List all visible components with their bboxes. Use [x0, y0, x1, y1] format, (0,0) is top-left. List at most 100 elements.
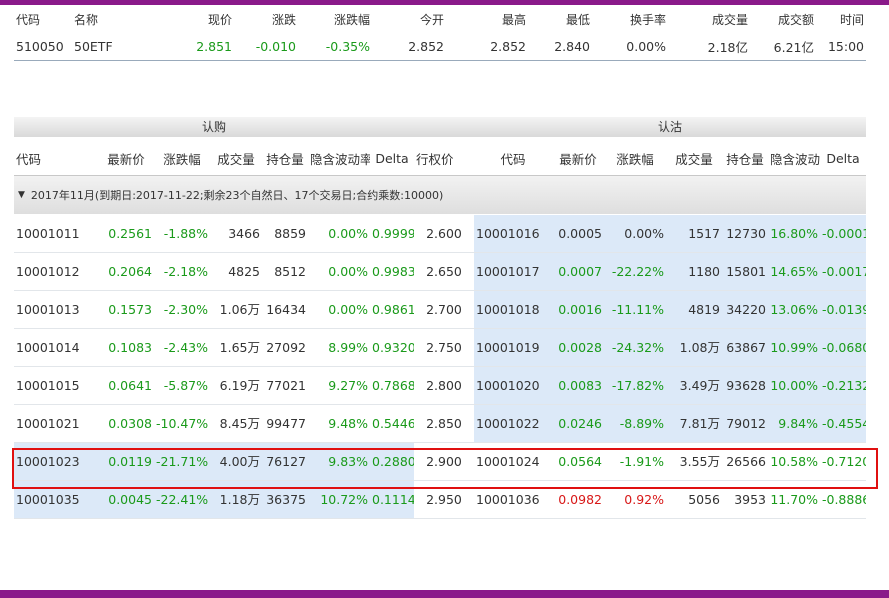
- call-cell[interactable]: 8.99%: [308, 329, 370, 367]
- call-cell[interactable]: 10001013: [14, 291, 98, 329]
- put-column-header[interactable]: 隐含波动率: [768, 149, 820, 168]
- put-cell[interactable]: 34220: [722, 291, 768, 329]
- put-cell[interactable]: 0.0028: [552, 329, 604, 367]
- call-column-header[interactable]: 持仓量: [262, 149, 308, 168]
- put-cell[interactable]: 14.65%: [768, 253, 820, 291]
- call-cell[interactable]: 10001012: [14, 253, 98, 291]
- call-cell[interactable]: -2.43%: [154, 329, 210, 367]
- call-cell[interactable]: 8.45万: [210, 405, 262, 443]
- put-cell[interactable]: -8.89%: [604, 405, 666, 443]
- put-cell[interactable]: -11.11%: [604, 291, 666, 329]
- put-cell[interactable]: 79012: [722, 405, 768, 443]
- put-cell[interactable]: -0.0139: [820, 291, 866, 329]
- call-cell[interactable]: 9.48%: [308, 405, 370, 443]
- call-cell[interactable]: 10001021: [14, 405, 98, 443]
- put-column-header[interactable]: 涨跌幅: [604, 149, 666, 168]
- strike-cell[interactable]: 2.600: [414, 215, 474, 253]
- call-column-header[interactable]: 成交量: [210, 149, 262, 168]
- call-cell[interactable]: 0.00%: [308, 253, 370, 291]
- call-cell[interactable]: 27092: [262, 329, 308, 367]
- call-cell[interactable]: 0.9983: [370, 253, 414, 291]
- put-cell[interactable]: 10.99%: [768, 329, 820, 367]
- put-cell[interactable]: 0.0016: [552, 291, 604, 329]
- put-cell[interactable]: 10001018: [474, 291, 552, 329]
- call-cell[interactable]: 8859: [262, 215, 308, 253]
- strike-column-header[interactable]: 行权价: [414, 149, 474, 168]
- put-column-header[interactable]: 最新价: [552, 149, 604, 168]
- strike-cell[interactable]: 2.650: [414, 253, 474, 291]
- call-cell[interactable]: 1.06万: [210, 291, 262, 329]
- option-row[interactable]: 10001011 0.2561 -1.88% 3466 8859 0.00% 0.9999 2…: [14, 215, 866, 253]
- call-cell[interactable]: 0.00%: [308, 215, 370, 253]
- call-cell[interactable]: 16434: [262, 291, 308, 329]
- call-cell[interactable]: 0.9320: [370, 329, 414, 367]
- call-cell[interactable]: 99477: [262, 405, 308, 443]
- put-cell[interactable]: 4819: [666, 291, 722, 329]
- put-cell[interactable]: -22.22%: [604, 253, 666, 291]
- call-cell[interactable]: 0.00%: [308, 291, 370, 329]
- strike-cell[interactable]: 2.800: [414, 367, 474, 405]
- put-cell[interactable]: 15801: [722, 253, 768, 291]
- call-cell[interactable]: 0.5446: [370, 405, 414, 443]
- option-row[interactable]: 10001013 0.1573 -2.30% 1.06万 16434 0.00% 0.986…: [14, 291, 866, 329]
- put-cell[interactable]: -17.82%: [604, 367, 666, 405]
- call-cell[interactable]: 0.2561: [98, 215, 154, 253]
- option-row[interactable]: 10001021 0.0308 -10.47% 8.45万 99477 9.48% 0.54…: [14, 405, 866, 443]
- put-cell[interactable]: 13.06%: [768, 291, 820, 329]
- call-cell[interactable]: 3466: [210, 215, 262, 253]
- put-cell[interactable]: 10001019: [474, 329, 552, 367]
- call-column-header[interactable]: 最新价: [98, 149, 154, 168]
- option-row[interactable]: 10001014 0.1083 -2.43% 1.65万 27092 8.99% 0.932…: [14, 329, 866, 367]
- put-cell[interactable]: -0.0680: [820, 329, 866, 367]
- call-cell[interactable]: 0.0641: [98, 367, 154, 405]
- put-cell[interactable]: 1180: [666, 253, 722, 291]
- put-cell[interactable]: 63867: [722, 329, 768, 367]
- call-cell[interactable]: 8512: [262, 253, 308, 291]
- put-cell[interactable]: 10001020: [474, 367, 552, 405]
- put-cell[interactable]: 10.00%: [768, 367, 820, 405]
- call-cell[interactable]: 10001011: [14, 215, 98, 253]
- strike-cell[interactable]: 2.850: [414, 405, 474, 443]
- call-cell[interactable]: 0.2064: [98, 253, 154, 291]
- call-cell[interactable]: 0.1573: [98, 291, 154, 329]
- put-column-header[interactable]: 代码: [474, 149, 552, 168]
- put-cell[interactable]: 10001016: [474, 215, 552, 253]
- call-cell[interactable]: 9.27%: [308, 367, 370, 405]
- option-row[interactable]: 10001012 0.2064 -2.18% 4825 8512 0.00% 0.9983 2…: [14, 253, 866, 291]
- call-cell[interactable]: 0.0308: [98, 405, 154, 443]
- put-column-header[interactable]: 成交量: [666, 149, 722, 168]
- put-cell[interactable]: 3.49万: [666, 367, 722, 405]
- call-cell[interactable]: 0.7868: [370, 367, 414, 405]
- call-cell[interactable]: 1.65万: [210, 329, 262, 367]
- call-cell[interactable]: -5.87%: [154, 367, 210, 405]
- call-cell[interactable]: 10001014: [14, 329, 98, 367]
- call-cell[interactable]: 10001015: [14, 367, 98, 405]
- put-cell[interactable]: 10001022: [474, 405, 552, 443]
- call-column-header[interactable]: 隐含波动率: [308, 149, 370, 168]
- put-column-header[interactable]: 持仓量: [722, 149, 768, 168]
- put-cell[interactable]: -0.0017: [820, 253, 866, 291]
- strike-cell[interactable]: 2.700: [414, 291, 474, 329]
- put-cell[interactable]: 1517: [666, 215, 722, 253]
- expiry-group-row[interactable]: ▼ 2017年11月(到期日:2017-11-22;剩余23个自然日、17个交易…: [14, 176, 866, 214]
- put-cell[interactable]: 1.08万: [666, 329, 722, 367]
- put-cell[interactable]: 9.84%: [768, 405, 820, 443]
- put-cell[interactable]: 93628: [722, 367, 768, 405]
- quote-row[interactable]: 510050 50ETF 2.851 -0.010 -0.35% 2.852 2.852 2.…: [14, 34, 866, 58]
- put-cell[interactable]: 16.80%: [768, 215, 820, 253]
- put-cell[interactable]: 12730: [722, 215, 768, 253]
- put-cell[interactable]: -0.0001: [820, 215, 866, 253]
- call-column-header[interactable]: 代码: [14, 149, 98, 168]
- strike-cell[interactable]: 2.750: [414, 329, 474, 367]
- call-cell[interactable]: 4825: [210, 253, 262, 291]
- put-cell[interactable]: 0.00%: [604, 215, 666, 253]
- put-cell[interactable]: 0.0246: [552, 405, 604, 443]
- call-column-header[interactable]: Delta: [370, 151, 414, 166]
- put-cell[interactable]: 0.0007: [552, 253, 604, 291]
- put-column-header[interactable]: Delta: [820, 151, 866, 166]
- call-cell[interactable]: -1.88%: [154, 215, 210, 253]
- call-cell[interactable]: -2.30%: [154, 291, 210, 329]
- put-cell[interactable]: -24.32%: [604, 329, 666, 367]
- call-column-header[interactable]: 涨跌幅: [154, 149, 210, 168]
- put-cell[interactable]: 0.0005: [552, 215, 604, 253]
